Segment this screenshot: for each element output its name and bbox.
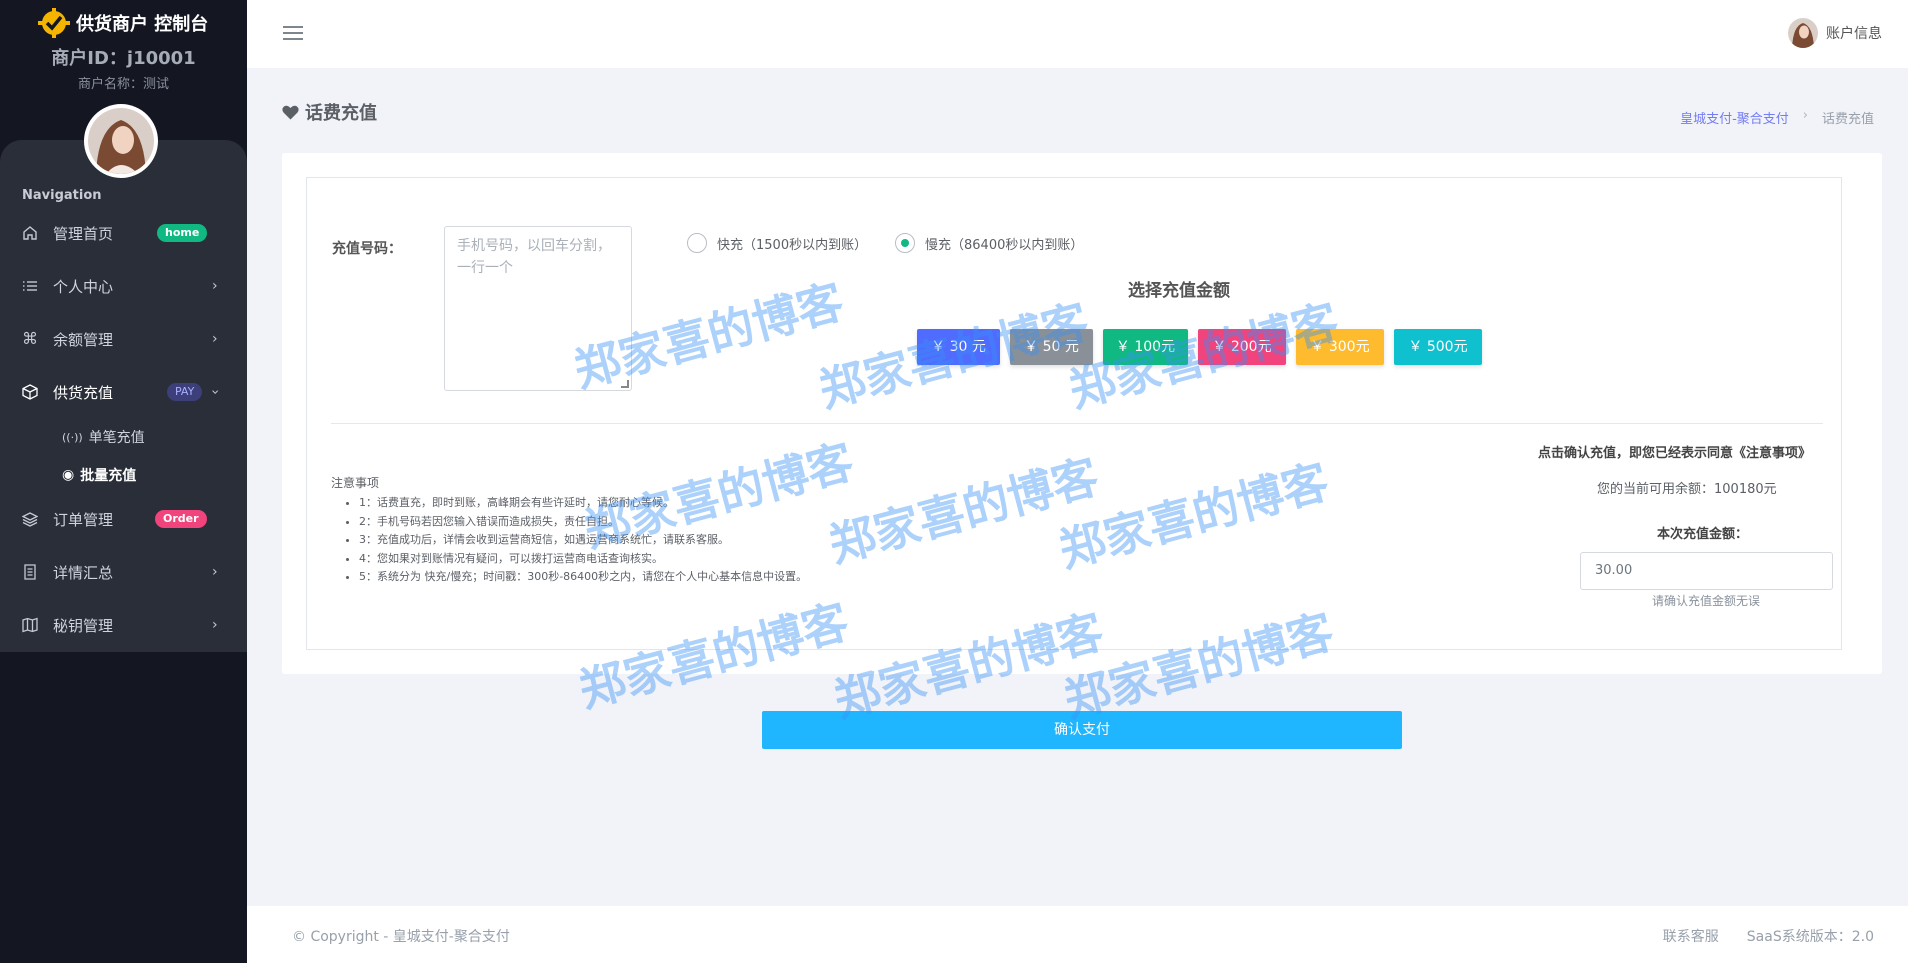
phone-placeholder: 手机号码，以回车分割，一行一个 — [457, 238, 611, 276]
amount-button-300[interactable]: ￥ 300元 — [1296, 329, 1384, 365]
subitem-label: 单笔充值 — [88, 430, 145, 446]
map-icon — [22, 617, 38, 633]
phone-numbers-textarea[interactable]: 手机号码，以回车分割，一行一个 — [444, 226, 632, 391]
copyright: © Copyright - 皇城支付-聚合支付 — [292, 929, 510, 945]
home-icon — [23, 226, 37, 240]
amount-button-30[interactable]: ￥ 30 元 — [917, 329, 1000, 365]
footer: © Copyright - 皇城支付-聚合支付 联系客服 SaaS系统版本：2.… — [247, 906, 1908, 963]
sidebar-item-supply-recharge[interactable]: 供货充值 PAY › — [0, 367, 247, 417]
merchant-name: 商户名称：测试 — [77, 77, 169, 92]
page-title-text: 话费充值 — [305, 103, 377, 124]
disc-icon: ◉ — [62, 467, 75, 483]
sidebar: 供货商户 控制台 商户ID：j10001 商户名称：测试 Navigation … — [0, 0, 247, 963]
home-badge: home — [157, 224, 208, 242]
merchant-id: 商户ID：j10001 — [51, 48, 196, 69]
sidebar-item-details[interactable]: 详情汇总 › — [0, 547, 247, 597]
amount-section-title: 选择充值金额 — [1128, 281, 1230, 301]
sidebar-item-home[interactable]: 管理首页 home — [0, 208, 247, 258]
sidebar-item-label: 管理首页 — [53, 224, 114, 243]
note-item: 5：系统分为 快充/慢充；时间戳：300秒-86400秒之内，请您在个人中心基本… — [359, 568, 807, 587]
sidebar-item-keys[interactable]: 秘钥管理 › — [0, 600, 247, 650]
broadcast-icon: ((·)) — [62, 430, 83, 444]
sidebar-item-profile[interactable]: 个人中心 › — [0, 261, 247, 311]
sidebar-item-balance[interactable]: ⌘ 余额管理 › — [0, 314, 247, 364]
box-icon — [22, 384, 38, 400]
fast-recharge-radio[interactable]: 快充（1500秒以内到账） — [687, 233, 867, 253]
recharge-form-panel: 充值号码： 手机号码，以回车分割，一行一个 快充（1500秒以内到账） 慢充（8… — [306, 177, 1842, 650]
menu-toggle-icon[interactable] — [283, 25, 303, 41]
breadcrumb: 皇城支付-聚合支付 › 话费充值 — [1680, 108, 1874, 127]
avatar-image — [1788, 18, 1818, 48]
brand-title: 供货商户 控制台 — [76, 14, 209, 35]
notes-title: 注意事项 — [331, 476, 380, 490]
topbar: 账户信息 — [247, 0, 1908, 68]
radio-circle[interactable] — [687, 233, 707, 253]
chevron-down-icon: › — [206, 389, 223, 395]
chevron-right-icon: › — [212, 617, 218, 633]
heart-icon — [282, 105, 299, 119]
list-icon — [23, 281, 37, 291]
sidebar-item-label: 供货充值 — [53, 383, 114, 402]
available-balance: 您的当前可用余额：100180元 — [1597, 482, 1777, 497]
recharge-amount-input[interactable]: 30.00 — [1580, 552, 1833, 590]
recharge-card: 充值号码： 手机号码，以回车分割，一行一个 快充（1500秒以内到账） 慢充（8… — [282, 153, 1882, 674]
contact-support-link[interactable]: 联系客服 — [1663, 926, 1719, 946]
sidebar-subitem-single-recharge[interactable]: ((·)) 单笔充值 — [62, 427, 145, 447]
document-icon — [24, 564, 36, 580]
chevron-right-icon: › — [212, 331, 218, 347]
agreement-text: 点击确认充值，即您已经表示同意《注意事项》 — [1537, 446, 1811, 461]
account-menu[interactable]: 账户信息 — [1788, 18, 1882, 48]
notes-list: 1：话费直充，即时到账，高峰期会有些许延时，请您耐心等候。 2：手机号码若因您输… — [347, 494, 807, 587]
recharge-amount-hint: 请确认充值金额无误 — [1652, 594, 1761, 608]
breadcrumb-current: 话费充值 — [1821, 112, 1874, 127]
breadcrumb-separator: › — [1802, 108, 1808, 123]
sidebar-item-label: 秘钥管理 — [53, 616, 114, 635]
radio-label: 慢充（86400秒以内到账） — [925, 237, 1084, 253]
subitem-label: 批量充值 — [80, 468, 137, 484]
footer-links: 联系客服 SaaS系统版本：2.0 — [1663, 926, 1874, 946]
sidebar-item-label: 余额管理 — [53, 330, 114, 349]
amount-button-500[interactable]: ￥ 500元 — [1394, 329, 1482, 365]
layers-icon — [22, 512, 38, 527]
chevron-right-icon: › — [212, 278, 218, 294]
brand[interactable]: 供货商户 控制台 — [38, 8, 208, 38]
note-item: 3：充值成功后，详情会收到运营商短信，如遇运营商系统忙，请联系客服。 — [359, 531, 807, 550]
amount-button-200[interactable]: ￥ 200元 — [1198, 329, 1286, 365]
recharge-amount-label: 本次充值金额： — [1657, 527, 1749, 542]
brand-logo-icon — [38, 8, 70, 38]
sidebar-subitem-batch-recharge[interactable]: ◉ 批量充值 — [62, 465, 136, 485]
note-item: 2：手机号码若因您输入错误而造成损失，责任自担。 — [359, 513, 807, 532]
sidebar-item-label: 订单管理 — [53, 510, 114, 529]
note-item: 1：话费直充，即时到账，高峰期会有些许延时，请您耐心等候。 — [359, 494, 807, 513]
pay-badge: PAY — [167, 383, 203, 401]
confirm-pay-button[interactable]: 确认支付 — [762, 711, 1402, 749]
note-item: 4：您如果对到账情况有疑问，可以拨打运营商电话查询核实。 — [359, 550, 807, 569]
amount-button-50[interactable]: ￥ 50 元 — [1010, 329, 1093, 365]
breadcrumb-link[interactable]: 皇城支付-聚合支付 — [1680, 108, 1789, 127]
sidebar-item-label: 详情汇总 — [53, 563, 114, 582]
page-title: 话费充值 — [282, 99, 377, 125]
divider — [331, 423, 1823, 424]
amount-button-100[interactable]: ￥ 100元 — [1103, 329, 1188, 365]
nav-caption: Navigation — [22, 188, 102, 203]
resize-handle-icon[interactable] — [621, 380, 629, 388]
user-avatar — [1788, 18, 1818, 48]
system-version: SaaS系统版本：2.0 — [1746, 929, 1874, 945]
order-badge: Order — [155, 510, 207, 528]
sidebar-item-orders[interactable]: 订单管理 Order — [0, 494, 247, 544]
chevron-right-icon: › — [212, 564, 218, 580]
slow-recharge-radio[interactable]: 慢充（86400秒以内到账） — [895, 233, 1083, 253]
avatar-image — [88, 108, 154, 174]
radio-circle[interactable] — [895, 233, 915, 253]
command-icon: ⌘ — [22, 329, 38, 348]
account-label: 账户信息 — [1826, 26, 1882, 42]
radio-label: 快充（1500秒以内到账） — [717, 237, 868, 253]
sidebar-item-label: 个人中心 — [53, 277, 114, 296]
merchant-avatar[interactable] — [84, 104, 158, 178]
phone-label: 充值号码： — [332, 241, 402, 257]
